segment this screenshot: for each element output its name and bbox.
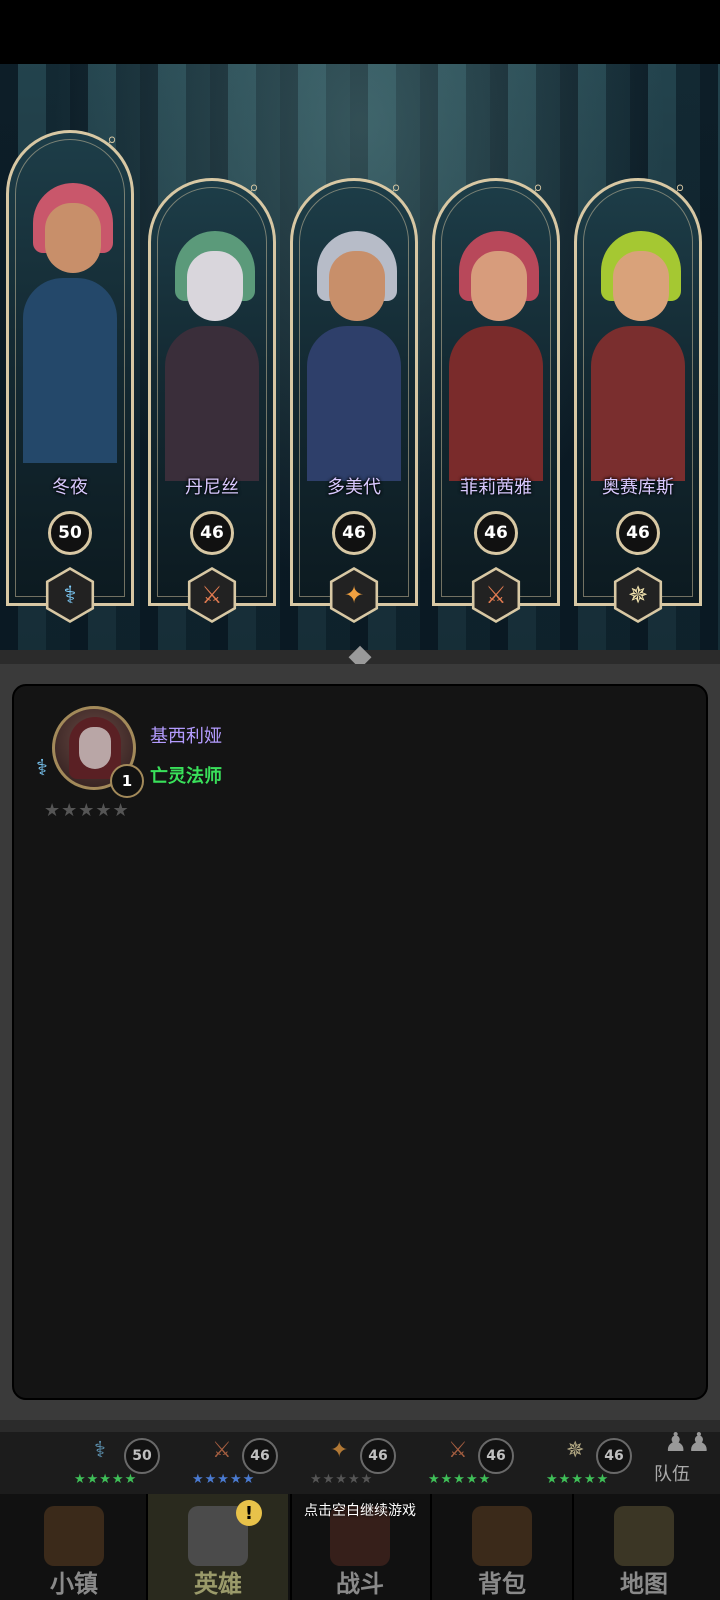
hero-name: 菲莉茜雅 [460, 477, 532, 498]
magnify-icon[interactable]: ⌕ [107, 129, 129, 151]
hero-body [165, 326, 259, 481]
magnify-icon[interactable]: ⌕ [249, 177, 271, 199]
team-stars: ★★★★★ [310, 1472, 374, 1487]
nav-label: 英雄 [194, 1570, 242, 1598]
team-slot-5[interactable]: ✵ 46 ★★★★★ [522, 1432, 642, 1492]
nav-label: 战斗 [336, 1570, 384, 1598]
team-slot-1[interactable]: ⚕ 50 ★★★★★ [50, 1432, 170, 1492]
team-stars: ★★★★★ [192, 1472, 256, 1487]
backpack-icon [472, 1506, 532, 1566]
team-slot-2[interactable]: ⚔ 46 ★★★★★ [168, 1432, 288, 1492]
continue-hint: 点击空白继续游戏 [304, 1503, 416, 1519]
recruit-stars: ★★★★★ [44, 800, 130, 821]
hero-portrait [23, 163, 117, 463]
hero-level-badge: 46 [474, 511, 518, 555]
sword-icon: ⚔ [448, 1438, 468, 1463]
team-level: 50 [124, 1438, 160, 1474]
team-level: 46 [596, 1438, 632, 1474]
recruit-class: 亡灵法师 [150, 766, 222, 787]
hero-portrait [307, 211, 401, 481]
team-stars: ★★★★★ [546, 1472, 610, 1487]
hero-body [23, 278, 117, 463]
sword-icon: ⚔ [212, 1438, 232, 1463]
team-stars: ★★★★★ [74, 1472, 138, 1487]
nav-label: 背包 [478, 1570, 526, 1598]
hero-body [449, 326, 543, 481]
magnify-icon[interactable]: ⌕ [533, 177, 555, 199]
hero-portrait [449, 211, 543, 481]
compass-star-icon: ✵ [566, 1438, 585, 1463]
team-slot-3[interactable]: ✦ 46 ★★★★★ [286, 1432, 406, 1492]
hero-card-3[interactable]: ⌕ 多美代 46 ✦ [290, 177, 418, 623]
hero-level-badge: 46 [616, 511, 660, 555]
staff-icon: ⚕ [94, 1438, 106, 1463]
bottom-divider [0, 1420, 720, 1432]
avatar-face [79, 727, 111, 769]
nav-label: 小镇 [50, 1570, 98, 1598]
town-icon [44, 1506, 104, 1566]
status-bar [0, 0, 720, 64]
hero-face [613, 251, 669, 321]
hero-body [307, 326, 401, 481]
team-stars: ★★★★★ [428, 1472, 492, 1487]
hero-face [187, 251, 243, 321]
nav-town[interactable]: 小镇 [4, 1494, 144, 1600]
magnify-icon[interactable]: ⌕ [675, 177, 697, 199]
team-level: 46 [360, 1438, 396, 1474]
team-slot-4[interactable]: ⚔ 46 ★★★★★ [404, 1432, 524, 1492]
nav-hero[interactable]: 英雄 [148, 1494, 288, 1600]
hero-card-5[interactable]: ⌕ 奥赛库斯 46 ✵ [574, 177, 702, 623]
chess-pieces-icon: ♟♟ [664, 1428, 711, 1458]
hero-name: 冬夜 [52, 477, 88, 498]
hero-face [471, 251, 527, 321]
hero-card-1[interactable]: ⌕ 冬夜 50 ⚕ [6, 129, 134, 623]
team-level: 46 [242, 1438, 278, 1474]
hero-face [45, 203, 101, 273]
notification-badge: ! [236, 1500, 262, 1526]
staff-icon: ⚕ [36, 756, 48, 781]
recruit-name: 基西利娅 [150, 726, 222, 747]
hero-card-4[interactable]: ⌕ 菲莉茜雅 46 ⚔ [432, 177, 560, 623]
hero-face [329, 251, 385, 321]
hero-name: 奥赛库斯 [602, 477, 674, 498]
nav-map[interactable]: 地图 [574, 1494, 714, 1600]
nav-backpack[interactable]: 背包 [432, 1494, 572, 1600]
hero-level-badge: 50 [48, 511, 92, 555]
hero-card-2[interactable]: ⌕ 丹尼丝 46 ⚔ [148, 177, 276, 623]
recruit-level-badge: 1 [110, 764, 144, 798]
hero-body [591, 326, 685, 481]
hero-name: 多美代 [327, 477, 381, 498]
hero-name: 丹尼丝 [185, 477, 239, 498]
magnify-icon[interactable]: ⌕ [391, 177, 413, 199]
hero-level-badge: 46 [332, 511, 376, 555]
holy-star-icon: ✦ [330, 1438, 349, 1463]
hero-portrait [165, 211, 259, 481]
team-button-label[interactable]: 队伍 [654, 1460, 690, 1486]
hero-level-badge: 46 [190, 511, 234, 555]
nav-label: 地图 [620, 1570, 668, 1598]
map-icon [614, 1506, 674, 1566]
hero-portrait [591, 211, 685, 481]
team-level: 46 [478, 1438, 514, 1474]
